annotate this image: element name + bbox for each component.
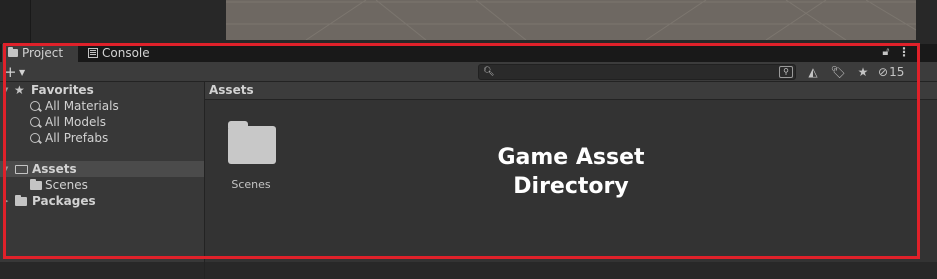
scene-grid xyxy=(226,0,916,40)
scene-view-region xyxy=(0,0,937,44)
hierarchy-panel-edge xyxy=(0,0,30,44)
panel-divider xyxy=(30,0,31,44)
annotation-label: Game Asset Directory xyxy=(497,145,645,199)
scene-view-edge xyxy=(916,0,937,44)
scene-view[interactable] xyxy=(226,0,916,40)
panel-bottom-edge xyxy=(0,262,937,279)
